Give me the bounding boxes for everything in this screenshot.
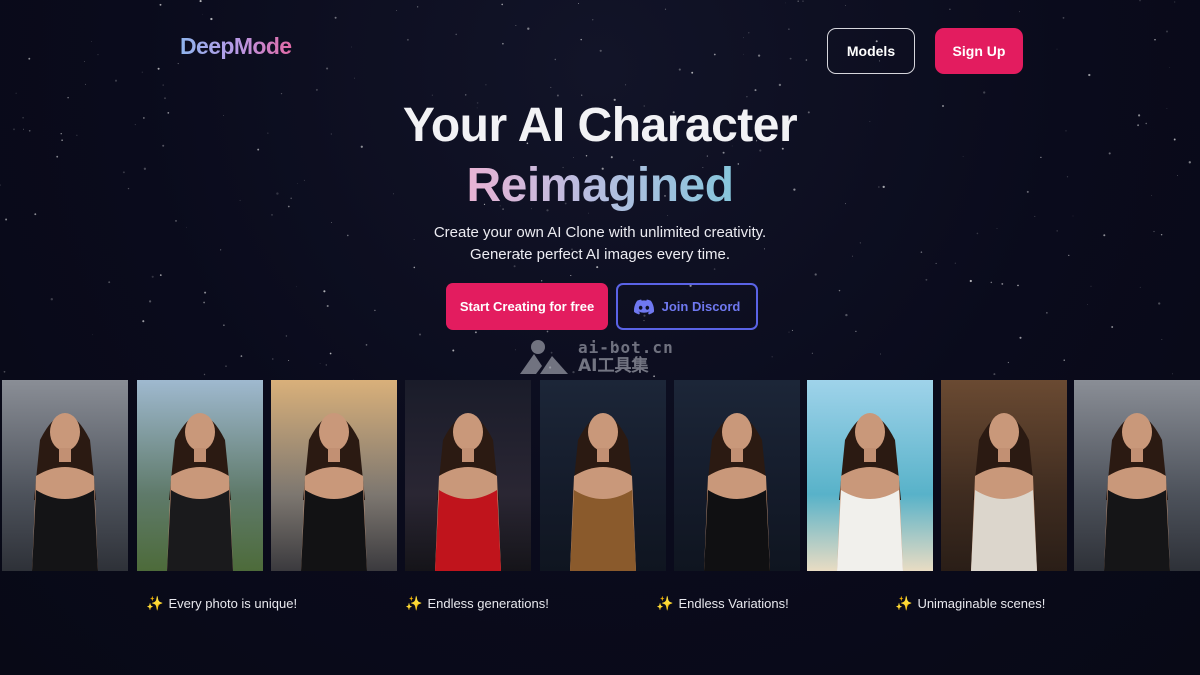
logo[interactable]: DeepMode [180, 33, 292, 60]
sign-up-button[interactable]: Sign Up [935, 28, 1023, 74]
feature-label-4: Unimaginable scenes! [917, 596, 1046, 611]
gallery-photo[interactable] [941, 380, 1067, 571]
hero-subtitle-line2: Generate perfect AI images every time. [469, 246, 731, 263]
gallery-photo[interactable] [405, 380, 531, 571]
gallery-photo[interactable] [540, 380, 666, 571]
gallery-photo[interactable] [271, 380, 397, 571]
join-discord-button[interactable]: Join Discord [616, 283, 758, 330]
gallery-photo[interactable] [1074, 380, 1200, 571]
hero-accent-text: Reimagined [466, 159, 734, 212]
feature-item-1: ✨ Every photo is unique! [146, 595, 297, 612]
feature-item-4: ✨ Unimaginable scenes! [895, 595, 1045, 612]
feature-label-1: Every photo is unique! [168, 596, 298, 611]
feature-label-3: Endless Variations! [678, 596, 789, 611]
gallery-photo[interactable] [807, 380, 933, 571]
gallery-photo[interactable] [2, 380, 128, 571]
start-creating-button[interactable]: Start Creating for free [446, 283, 608, 330]
watermark-name: AI工具集 [578, 356, 649, 376]
sparkles-icon: ✨ [405, 595, 423, 611]
landing-page: DeepMode Models Sign Up Your AI Characte… [0, 0, 1200, 675]
feature-item-3: ✨ Endless Variations! [656, 595, 789, 612]
ai-bot-logo-icon [520, 340, 568, 374]
gallery-photo[interactable] [674, 380, 800, 571]
watermark-url: ai-bot.cn [578, 338, 674, 357]
sparkles-icon: ✨ [146, 595, 164, 611]
hero-title: Your AI Character [402, 99, 798, 152]
discord-icon [633, 299, 654, 314]
photo-gallery [0, 380, 1200, 571]
hero-subtitle-line1: Create your own AI Clone with unlimited … [433, 224, 767, 241]
hero-title-accent: Reimagined [0, 155, 1200, 217]
feature-label-2: Endless generations! [427, 596, 549, 611]
watermark: ai-bot.cn AI工具集 [516, 336, 696, 378]
sparkles-icon: ✨ [656, 595, 674, 611]
join-discord-label: Join Discord [661, 299, 741, 314]
feature-item-2: ✨ Endless generations! [405, 595, 549, 612]
sparkles-icon: ✨ [895, 595, 913, 611]
gallery-photo[interactable] [137, 380, 263, 571]
models-button[interactable]: Models [827, 28, 915, 74]
